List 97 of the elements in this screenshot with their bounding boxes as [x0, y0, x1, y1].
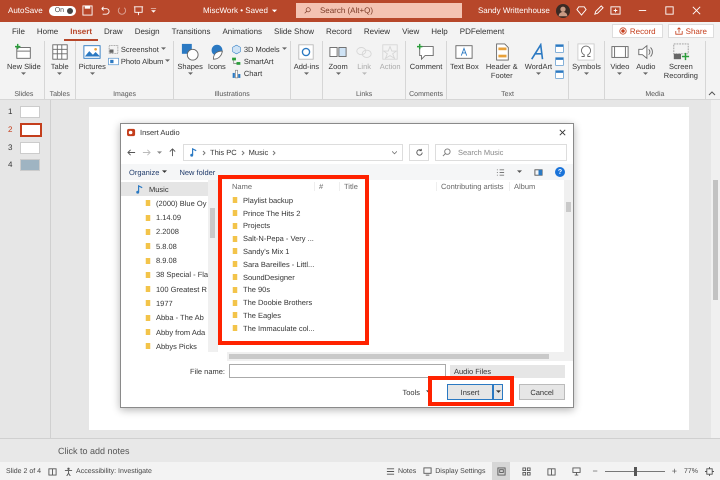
zoom-out-button[interactable]: −	[592, 466, 598, 476]
preview-pane-icon[interactable]	[534, 168, 543, 177]
avatar-icon[interactable]	[556, 4, 570, 18]
caret-icon	[282, 47, 287, 52]
bar-chart-icon	[230, 68, 242, 79]
photo-album-icon	[108, 56, 119, 67]
slide-number: 3	[8, 143, 14, 152]
view-options-icon[interactable]	[496, 168, 505, 177]
ribbon-tab[interactable]: Record	[320, 22, 358, 41]
caret-icon	[21, 72, 26, 76]
slide-number: 2	[8, 125, 14, 134]
normal-view-icon	[496, 466, 506, 476]
slide-number: 4	[8, 160, 14, 170]
presentation-icon[interactable]	[133, 5, 144, 16]
music-note-icon	[189, 148, 198, 158]
notes-field[interactable]: Click to add notes	[0, 438, 720, 462]
ribbon-tab-button[interactable]: Share	[668, 24, 714, 38]
back-arrow-icon[interactable]	[127, 148, 136, 158]
window-icon[interactable]	[554, 68, 566, 80]
ribbon-tab[interactable]: Transitions	[166, 22, 216, 41]
ribbon-tab[interactable]: Slide Show	[268, 22, 320, 41]
caret-icon	[165, 59, 170, 64]
ribbon-tab[interactable]: Design	[128, 22, 166, 41]
zoom-in-button[interactable]: +	[672, 466, 677, 476]
star-icon	[381, 42, 400, 61]
caret-icon	[643, 72, 648, 76]
search-field[interactable]: Search (Alt+Q)	[296, 3, 462, 18]
scrollbar[interactable]	[227, 352, 573, 361]
search-icon	[442, 148, 451, 158]
save-icon[interactable]	[82, 5, 94, 16]
undo-icon[interactable]	[99, 5, 110, 16]
pen-icon[interactable]	[592, 5, 604, 16]
scrollbar[interactable]	[564, 180, 573, 352]
collapse-icon[interactable]	[708, 90, 716, 96]
caret-icon	[162, 170, 168, 174]
caret-icon	[584, 72, 589, 76]
notes-icon	[386, 466, 395, 476]
user-name[interactable]: Sandy Writtenhouse	[478, 6, 550, 16]
fit-to-window-icon[interactable]	[705, 466, 714, 476]
caret-icon	[90, 72, 95, 76]
ribbon-tab[interactable]: Review	[358, 22, 396, 41]
caret-icon	[617, 72, 622, 76]
up-arrow-icon[interactable]	[168, 148, 177, 158]
ribbon-tab[interactable]: Insert	[64, 22, 98, 41]
book-icon[interactable]	[48, 466, 58, 476]
caret-icon	[496, 390, 500, 394]
screen-record-icon	[672, 42, 690, 61]
refresh-button[interactable]	[409, 144, 429, 162]
ribbon-tab[interactable]: Animations	[216, 22, 268, 41]
insert-options-button[interactable]	[493, 384, 503, 400]
music-note-icon	[135, 184, 144, 194]
autosave-label: AutoSave	[8, 6, 43, 16]
grid-view-icon	[522, 466, 531, 476]
caret-icon	[188, 72, 193, 76]
ribbon-tab[interactable]: Draw	[98, 22, 129, 41]
monitor-icon	[423, 466, 432, 476]
caret-icon	[57, 72, 62, 76]
caret-icon	[160, 47, 166, 52]
window-icon[interactable]	[554, 56, 566, 67]
chevron-icon	[240, 150, 245, 156]
ribbon-tab[interactable]: View	[396, 22, 426, 41]
ribbon-tab-button[interactable]: Record	[612, 24, 663, 38]
caret-icon	[270, 7, 278, 14]
screenshot-icon	[108, 44, 119, 55]
file-name-field[interactable]	[229, 364, 446, 378]
cube-icon	[230, 44, 242, 55]
diamond-icon[interactable]	[576, 5, 587, 16]
ribbon-tab[interactable]: PDFelement	[454, 22, 510, 41]
close-icon[interactable]	[558, 128, 567, 138]
chevron-icon	[202, 150, 206, 156]
ribbon-tab[interactable]: File	[6, 22, 31, 41]
chevron-icon	[272, 150, 276, 156]
ribbon-tab[interactable]: Help	[425, 22, 454, 41]
scrollbar[interactable]	[208, 180, 217, 352]
caret-icon	[304, 72, 309, 76]
search-icon	[304, 7, 311, 14]
accessibility-icon	[64, 466, 74, 476]
presenter-icon	[572, 466, 581, 476]
window-icon[interactable]	[554, 42, 566, 54]
share-icon	[674, 27, 683, 36]
hierarchy-icon	[230, 56, 242, 67]
refresh-icon	[414, 148, 424, 158]
document-title[interactable]: MiscWork • Saved	[203, 6, 268, 16]
caret-icon	[362, 72, 367, 76]
caret-icon[interactable]	[517, 170, 522, 174]
ribbon-tab[interactable]: Home	[30, 22, 64, 41]
slide-number: 1	[8, 107, 14, 116]
slide-thumbnail[interactable]	[20, 122, 42, 137]
caret-icon	[536, 72, 541, 76]
record-icon	[618, 27, 627, 36]
caret-icon	[336, 72, 341, 76]
reading-view-icon	[546, 466, 556, 476]
scrollbar[interactable]	[711, 100, 720, 438]
view-button[interactable]	[492, 462, 510, 480]
app-icon	[127, 128, 136, 138]
maximize-icon[interactable]	[664, 5, 675, 16]
caret-icon[interactable]	[426, 390, 431, 394]
